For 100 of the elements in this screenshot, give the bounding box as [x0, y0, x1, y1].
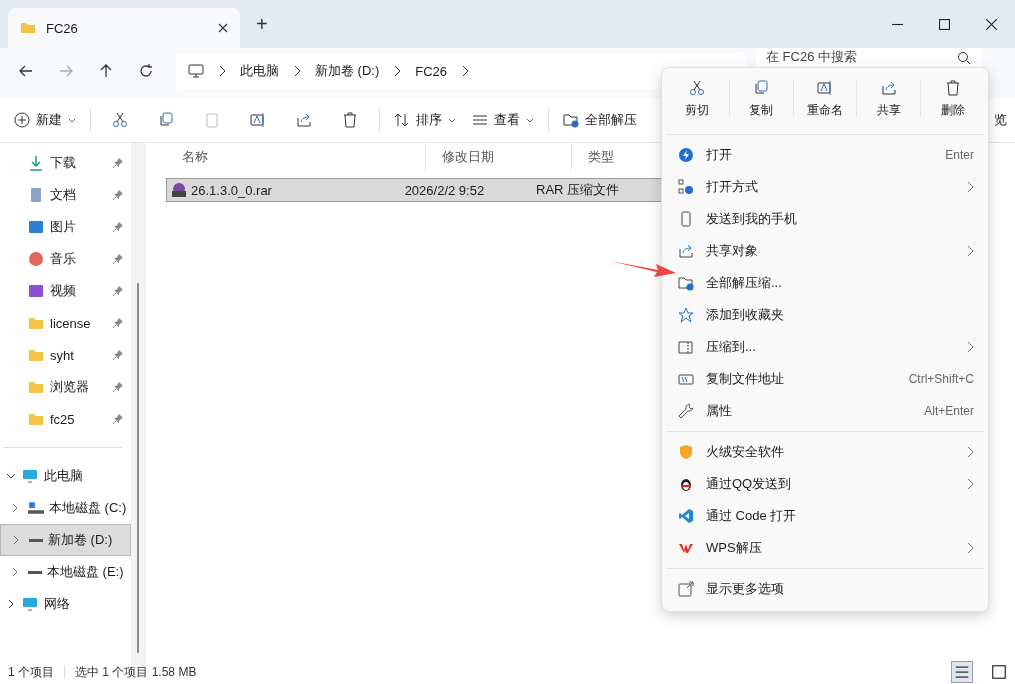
wrench-icon: [678, 403, 694, 419]
tree-item[interactable]: 新加卷 (D:): [0, 524, 131, 556]
menu-item[interactable]: 属性 Alt+Enter: [662, 395, 988, 427]
menu-item[interactable]: 共享对象: [662, 235, 988, 267]
chevron-icon: [6, 599, 16, 609]
menu-item-label: 通过QQ发送到: [706, 475, 793, 493]
share-icon: [880, 79, 897, 96]
new-tab-button[interactable]: +: [250, 11, 274, 37]
up-icon[interactable]: [98, 63, 114, 79]
details-view-icon[interactable]: [951, 661, 973, 683]
tree-item[interactable]: 网络: [0, 588, 131, 620]
music-icon: [28, 251, 44, 267]
apps-icon: [678, 179, 694, 195]
sidebar-item[interactable]: 浏览器: [0, 371, 131, 403]
rename-icon: [817, 79, 833, 96]
window-tab[interactable]: FC26: [8, 8, 240, 48]
chevron-icon: [218, 65, 226, 77]
menu-item[interactable]: 通过 Code 打开: [662, 500, 988, 532]
tiles-view-icon[interactable]: [989, 662, 1009, 682]
breadcrumb[interactable]: 此电脑: [240, 62, 279, 80]
menu-item[interactable]: WPS解压: [662, 532, 988, 564]
pin-icon[interactable]: [113, 414, 123, 424]
pin-icon[interactable]: [113, 382, 123, 392]
pin-icon[interactable]: [113, 254, 123, 264]
pin-icon[interactable]: [113, 222, 123, 232]
bolt-icon: [678, 147, 694, 163]
tab-title: FC26: [46, 20, 79, 36]
sidebar-item[interactable]: fc25: [0, 403, 131, 435]
extract-all-button[interactable]: 全部解压: [555, 105, 645, 135]
new-button[interactable]: 新建: [6, 105, 84, 135]
code-icon: [678, 508, 694, 524]
pin-icon[interactable]: [113, 190, 123, 200]
archive-icon: [171, 182, 187, 198]
sidebar-item[interactable]: 下载: [0, 147, 131, 179]
sidebar-label: 下载: [50, 154, 77, 172]
close-icon[interactable]: [218, 23, 228, 33]
sidebar-label: 图片: [50, 218, 77, 236]
preview-label[interactable]: 览: [994, 111, 1007, 129]
chevron-icon: [966, 478, 974, 490]
menu-item-label: 添加到收藏夹: [706, 306, 785, 324]
folder-icon: [28, 347, 44, 363]
pin-icon[interactable]: [113, 350, 123, 360]
chevron-icon: [393, 65, 402, 77]
sidebar-label: syht: [50, 347, 75, 363]
monitor-icon: [22, 468, 38, 484]
menu-item[interactable]: 火绒安全软件: [662, 436, 988, 468]
menu-item[interactable]: 复制文件地址 Ctrl+Shift+C: [662, 363, 988, 395]
picture-icon: [28, 219, 44, 235]
chevron-icon: [11, 535, 21, 545]
video-icon: [28, 283, 44, 299]
pin-icon[interactable]: [113, 286, 123, 296]
document-icon: [28, 187, 44, 203]
pointer-arrow: [610, 258, 676, 278]
menu-item-label: 全部解压缩...: [706, 274, 783, 292]
column-header[interactable]: 修改日期: [426, 143, 572, 171]
menu-item[interactable]: 添加到收藏夹: [662, 299, 988, 331]
menu-item[interactable]: 全部解压缩...: [662, 267, 988, 299]
back-icon[interactable]: [18, 63, 34, 79]
maximize-icon[interactable]: [939, 18, 950, 30]
tree-label: 本地磁盘 (E:): [47, 563, 124, 581]
menu-item-label: 属性: [706, 402, 733, 420]
pin-icon[interactable]: [113, 318, 123, 328]
menu-item[interactable]: 压缩到...: [662, 331, 988, 363]
chevron-icon: [461, 65, 470, 77]
chevron-icon: [966, 245, 974, 257]
pin-icon[interactable]: [113, 158, 123, 168]
external-icon: [678, 581, 694, 597]
close-icon[interactable]: [986, 18, 997, 30]
breadcrumb[interactable]: FC26: [415, 63, 448, 79]
tree-item[interactable]: 本地磁盘 (E:): [0, 556, 131, 588]
menu-item-label: 发送到我的手机: [706, 210, 798, 228]
caret-icon: [68, 117, 76, 123]
tree-label: 此电脑: [44, 467, 83, 485]
sidebar-item[interactable]: license: [0, 307, 131, 339]
address-bar[interactable]: 此电脑 新加卷 (D:) FC26: [176, 53, 746, 89]
sidebar-item[interactable]: 音乐: [0, 243, 131, 275]
sidebar-item[interactable]: 图片: [0, 211, 131, 243]
menu-item-label: 通过 Code 打开: [706, 507, 798, 525]
tree-item[interactable]: 本地磁盘 (C:): [0, 492, 131, 524]
refresh-icon[interactable]: [138, 63, 154, 79]
sidebar-item[interactable]: 文档: [0, 179, 131, 211]
column-header[interactable]: 名称: [166, 143, 426, 171]
tree-item[interactable]: 此电脑: [0, 460, 131, 492]
sort-button[interactable]: 排序: [386, 105, 464, 135]
download-icon: [28, 155, 44, 171]
view-button[interactable]: 查看: [464, 105, 542, 135]
menu-item-label: 共享对象: [706, 242, 759, 260]
sidebar-item[interactable]: syht: [0, 339, 131, 371]
menu-item[interactable]: 发送到我的手机: [662, 203, 988, 235]
menu-item-label: 打开方式: [706, 178, 759, 196]
scrollbar-thumb[interactable]: [137, 283, 139, 653]
plus-icon: [14, 112, 30, 128]
sidebar-item[interactable]: 视频: [0, 275, 131, 307]
breadcrumb[interactable]: 新加卷 (D:): [315, 62, 380, 80]
menu-item[interactable]: 显示更多选项: [662, 573, 988, 605]
file-type: RAR 压缩文件: [535, 181, 621, 199]
forward-icon[interactable]: [58, 63, 74, 79]
menu-item[interactable]: 通过QQ发送到: [662, 468, 988, 500]
tree-label: 网络: [44, 595, 70, 613]
shortcut-label: Alt+Enter: [924, 404, 974, 418]
